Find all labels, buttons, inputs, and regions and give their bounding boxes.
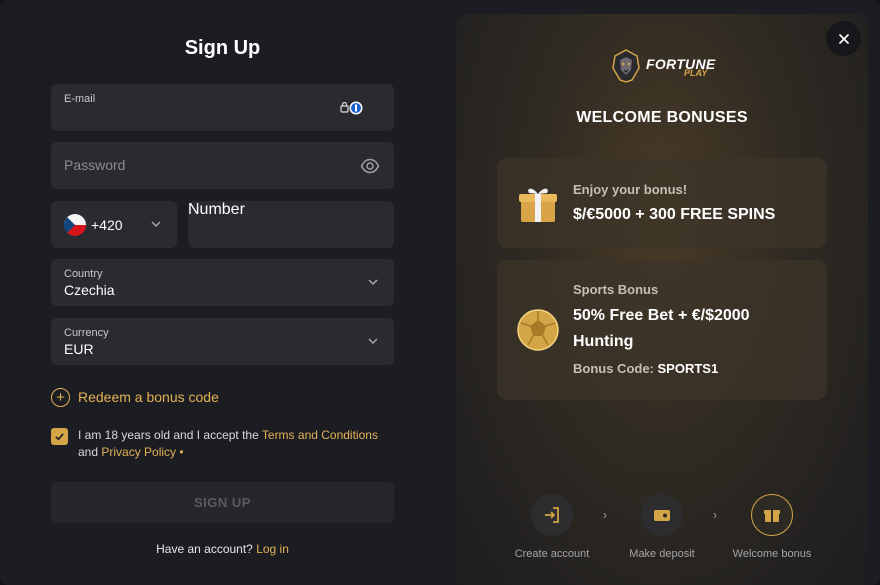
step-welcome-bonus: Welcome bonus [717, 494, 827, 560]
check-icon [55, 433, 64, 441]
plus-circle-icon: + [51, 387, 70, 407]
privacy-suffix: • [176, 445, 184, 459]
currency-value: EUR [64, 341, 94, 357]
gift-icon [519, 188, 557, 222]
phone-code-select[interactable]: +420 [51, 201, 177, 248]
signup-form: Sign Up E-mail Password +420 Number Coun… [51, 0, 394, 585]
country-select[interactable]: Country Czechia [51, 259, 394, 306]
privacy-link[interactable]: Privacy Policy [101, 445, 176, 459]
sports-bonus-main-line2: Hunting [573, 333, 634, 350]
promo-panel: FORTUNE PLAY WELCOME BONUSES Enjoy your … [456, 14, 868, 585]
casino-bonus-main: $/€5000 + 300 FREE SPINS [573, 206, 776, 223]
sports-bonus-main-line1: 50% Free Bet + €/$2000 [573, 307, 750, 324]
bonus-steps: Create account › Make deposit › Welcome … [456, 494, 868, 564]
terms-and: and [78, 445, 102, 459]
step-make-deposit: Make deposit [607, 494, 717, 560]
phone-number-input[interactable]: Number [188, 201, 394, 248]
login-arrow-icon [545, 507, 559, 523]
phone-code-value: +420 [91, 217, 123, 233]
football-icon [517, 309, 559, 351]
casino-bonus-sub: Enjoy your bonus! [573, 182, 688, 197]
page-title: Sign Up [184, 37, 261, 59]
wallet-icon [654, 510, 670, 521]
chevron-down-icon [151, 221, 161, 228]
czech-flag-icon [64, 214, 86, 236]
password-field[interactable]: Password [51, 142, 394, 189]
currency-label: Currency [64, 327, 109, 339]
step-circle [531, 494, 573, 536]
have-account-row: Have an account? Log in [51, 542, 394, 556]
country-label: Country [64, 268, 103, 280]
terms-row: I am 18 years old and I accept the Terms… [51, 427, 394, 461]
login-link[interactable]: Log in [256, 542, 289, 556]
bonus-code-label: Bonus Code: [573, 361, 658, 376]
phone-number-placeholder: Number [188, 201, 245, 218]
step-circle-active [751, 494, 793, 536]
step-label: Make deposit [629, 548, 695, 560]
bonus-code-value: SPORTS1 [657, 361, 719, 376]
country-value: Czechia [64, 282, 115, 298]
step-create-account: Create account [497, 494, 607, 560]
close-button[interactable] [826, 21, 861, 56]
terms-link[interactable]: Terms and Conditions [262, 428, 378, 442]
fortune-play-logo: FORTUNE PLAY [610, 48, 718, 84]
sports-bonus-code: Bonus Code: SPORTS1 [573, 361, 718, 376]
close-icon [838, 33, 849, 44]
sports-bonus-sub: Sports Bonus [573, 282, 659, 297]
email-field[interactable]: E-mail [51, 84, 394, 131]
chevron-down-icon [368, 338, 378, 345]
eye-icon[interactable] [360, 156, 380, 176]
have-account-text: Have an account? [156, 542, 257, 556]
password-manager-icon[interactable] [340, 100, 364, 116]
signup-modal: Sign Up E-mail Password +420 Number Coun… [0, 0, 880, 585]
step-label: Create account [514, 548, 590, 560]
logo-secondary: PLAY [684, 68, 708, 78]
chevron-down-icon [368, 279, 378, 286]
redeem-label: Redeem a bonus code [78, 389, 219, 405]
bonus-card-casino: Enjoy your bonus! $/€5000 + 300 FREE SPI… [497, 158, 827, 248]
terms-prefix: I am 18 years old and I accept the [78, 428, 262, 442]
email-label: E-mail [64, 93, 96, 105]
logo-text: FORTUNE PLAY [646, 51, 718, 81]
gift-icon [764, 510, 780, 522]
terms-text: I am 18 years old and I accept the Terms… [78, 427, 378, 461]
password-placeholder: Password [64, 157, 126, 173]
terms-checkbox[interactable] [51, 428, 68, 445]
step-circle [641, 494, 683, 536]
welcome-title: WELCOME BONUSES [576, 109, 748, 126]
redeem-bonus-code-button[interactable]: + Redeem a bonus code [51, 386, 219, 408]
sign-up-button[interactable]: SIGN UP [51, 482, 394, 523]
lion-logo-icon [612, 49, 640, 83]
currency-select[interactable]: Currency EUR [51, 318, 394, 365]
step-label: Welcome bonus [732, 548, 812, 560]
bonus-card-sports: Sports Bonus 50% Free Bet + €/$2000 Hunt… [497, 260, 827, 400]
